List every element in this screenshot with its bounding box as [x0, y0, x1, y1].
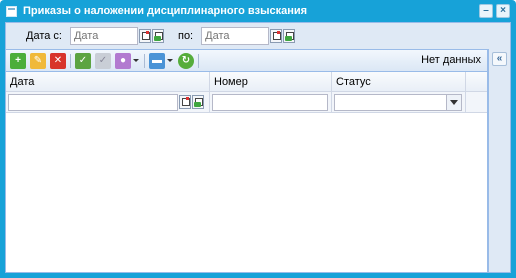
window-body: Дата с: по: + ✎ ✕ ✓ ✓ ●: [5, 22, 511, 273]
grid-body: [6, 113, 487, 272]
minimize-button[interactable]: –: [479, 4, 493, 18]
date-column-filter-input[interactable]: [8, 93, 178, 111]
date-filter-bar: Дата с: по:: [6, 23, 510, 49]
date-from-label: Дата с:: [26, 30, 62, 42]
refresh-icon[interactable]: ↻: [178, 52, 194, 69]
status-filter-cell: [332, 92, 466, 112]
window-icon: [6, 5, 17, 17]
toolbar-separator: [70, 53, 71, 68]
status-text: Нет данных: [421, 54, 481, 66]
column-header-spacer: [466, 72, 487, 92]
column-header-status[interactable]: Статус: [332, 72, 466, 92]
status-dropdown-trigger[interactable]: [447, 93, 462, 111]
date-column-clear-icon[interactable]: [192, 95, 204, 109]
toolbar-separator: [198, 53, 199, 68]
delete-icon[interactable]: ✕: [50, 52, 66, 69]
print-icon[interactable]: ●: [115, 52, 131, 69]
grid-header-row: Дата Номер Статус: [6, 72, 487, 92]
grid-filter-row: [6, 92, 487, 113]
date-to-input[interactable]: [201, 27, 270, 45]
number-column-filter-input[interactable]: [212, 93, 328, 111]
close-button[interactable]: ×: [496, 4, 510, 18]
chevron-down-icon: [450, 99, 458, 105]
date-from-input[interactable]: [69, 27, 138, 45]
column-header-date[interactable]: Дата: [6, 72, 210, 92]
window-title: Приказы о наложении дисциплинарного взыс…: [23, 5, 308, 17]
date-from-group: [69, 27, 164, 45]
add-icon[interactable]: +: [10, 52, 26, 69]
date-column-calendar-icon[interactable]: [179, 95, 191, 109]
print-dropdown-arrow-icon[interactable]: [133, 59, 139, 62]
number-filter-cell: [210, 92, 332, 112]
column-header-number[interactable]: Номер: [210, 72, 332, 92]
export-icon[interactable]: ▬: [149, 52, 165, 69]
date-to-calendar-icon[interactable]: [270, 29, 283, 43]
date-filter-cell: [6, 92, 210, 112]
date-from-calendar-icon[interactable]: [138, 29, 151, 43]
status-column-filter-select[interactable]: [334, 93, 447, 111]
expand-panel-button[interactable]: «: [492, 52, 507, 66]
date-from-clear-icon[interactable]: [151, 29, 164, 43]
orders-grid-panel: + ✎ ✕ ✓ ✓ ● ▬ ↻ Нет данных Дата Номер Ст…: [6, 49, 488, 272]
edit-icon[interactable]: ✎: [30, 52, 46, 69]
side-panel-collapsed: «: [488, 49, 510, 272]
disapprove-icon[interactable]: ✓: [95, 52, 111, 69]
filter-spacer: [466, 92, 487, 112]
date-to-label: по:: [177, 30, 194, 42]
title-bar[interactable]: Приказы о наложении дисциплинарного взыс…: [5, 0, 511, 22]
toolbar-separator: [144, 53, 145, 68]
grid-toolbar: + ✎ ✕ ✓ ✓ ● ▬ ↻ Нет данных: [6, 50, 487, 72]
approve-icon[interactable]: ✓: [75, 52, 91, 69]
date-to-clear-icon[interactable]: [283, 29, 296, 43]
export-dropdown-arrow-icon[interactable]: [167, 59, 173, 62]
window: Приказы о наложении дисциплинарного взыс…: [0, 0, 516, 278]
date-to-group: [201, 27, 296, 45]
